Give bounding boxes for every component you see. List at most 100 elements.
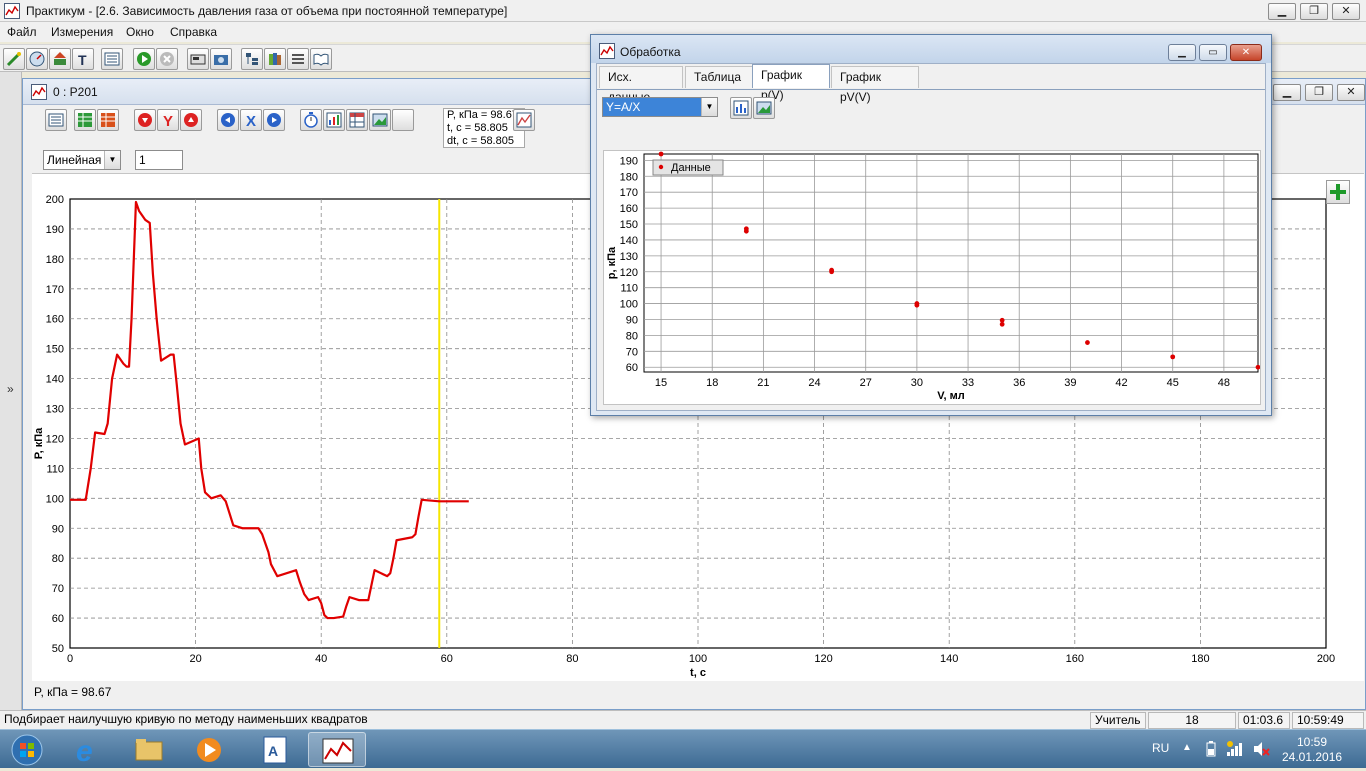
scale-y-up-button[interactable] (180, 109, 202, 131)
tab-raw-data[interactable]: Исх. данные (599, 66, 683, 104)
x-tick-label: 120 (814, 653, 832, 665)
media-player-icon (197, 738, 221, 762)
taskbar-praktikum[interactable] (308, 732, 366, 767)
scatter-point (914, 302, 920, 308)
menu-file[interactable]: Файл (7, 25, 37, 39)
orange-table-button[interactable] (97, 109, 119, 131)
device-button[interactable] (187, 48, 209, 70)
menu-help[interactable]: Справка (170, 25, 217, 39)
taskbar-media[interactable] (180, 732, 238, 767)
books-button[interactable] (264, 48, 286, 70)
scatter-x-tick-label: 21 (757, 377, 769, 389)
text-button[interactable]: T (72, 48, 94, 70)
x-tick-label: 160 (1066, 653, 1084, 665)
list-button[interactable] (101, 48, 123, 70)
timer-button[interactable] (300, 109, 322, 131)
language-indicator[interactable]: RU (1152, 741, 1169, 755)
help-book-button[interactable] (310, 48, 332, 70)
network-signal-icon[interactable] (1226, 740, 1244, 758)
scale-type-value: Линейная (47, 153, 102, 167)
stop-icon (160, 52, 174, 66)
tray-expand-icon[interactable]: ▲ (1182, 742, 1192, 753)
green-table-button[interactable] (74, 109, 96, 131)
scatter-x-tick-label: 36 (1013, 377, 1025, 389)
chart-settings-button[interactable] (323, 109, 345, 131)
scale-y-down-button[interactable] (134, 109, 156, 131)
scale-x-right-button[interactable] (263, 109, 285, 131)
x-axis-button[interactable]: X (240, 109, 262, 131)
start-button[interactable] (133, 48, 155, 70)
child-minimize-button[interactable]: ▁ (1273, 84, 1301, 101)
start-orb-icon (11, 734, 43, 766)
minimize-button[interactable]: ▁ (1268, 3, 1296, 20)
praktikum-icon (322, 738, 354, 764)
scatter-x-axis-label: V, мл (937, 390, 965, 402)
dialog-minimize-button[interactable]: ▁ (1168, 44, 1196, 61)
y-tick-label: 140 (46, 374, 64, 386)
scatter-point (658, 151, 664, 157)
device-icon (190, 54, 206, 65)
data-list-button[interactable] (45, 109, 67, 131)
wizard-button[interactable] (3, 48, 25, 70)
dialog-maximize-button[interactable]: ▭ (1199, 44, 1227, 61)
clock-time: 10:59 (1296, 735, 1328, 749)
dialog-body: Исх. данные Таблица График p(V) График p… (596, 63, 1266, 411)
volume-muted-icon[interactable] (1252, 740, 1270, 758)
y-tick-label: 70 (52, 583, 64, 595)
wand-icon (6, 52, 21, 67)
tab-table[interactable]: Таблица (685, 66, 753, 88)
tree-button[interactable] (241, 48, 263, 70)
clock[interactable]: 10:59 24.01.2016 (1282, 735, 1342, 765)
status-bar: Подбирает наилучшую кривую по методу наи… (0, 710, 1366, 729)
status-elapsed: 01:03.6 (1238, 712, 1290, 729)
sensor-button[interactable] (26, 48, 48, 70)
settings-list-button[interactable] (287, 48, 309, 70)
empty-tool-button[interactable] (392, 109, 414, 131)
x-tick-label: 100 (689, 653, 707, 665)
tab-graph-pv[interactable]: График p(V) (752, 64, 830, 102)
record-button[interactable] (49, 48, 71, 70)
scatter-x-tick-label: 18 (706, 377, 718, 389)
scale-value-input[interactable]: 1 (135, 150, 183, 170)
table-view-button[interactable] (346, 109, 368, 131)
chevron-down-icon: ▼ (104, 151, 120, 169)
scale-x-left-button[interactable] (217, 109, 239, 131)
scatter-y-tick-label: 180 (620, 171, 638, 183)
scale-type-select[interactable]: Линейная ▼ (43, 150, 121, 170)
x-tick-label: 200 (1317, 653, 1335, 665)
formula-select[interactable]: Y=A/X ▼ (602, 97, 718, 117)
stop-button[interactable] (156, 48, 178, 70)
start-button[interactable] (2, 732, 52, 767)
image-export-button[interactable] (369, 109, 391, 131)
taskbar-ie[interactable]: e (60, 732, 118, 768)
child-restore-button[interactable]: ❐ (1305, 84, 1333, 101)
fit-button[interactable] (730, 97, 752, 119)
battery-icon[interactable] (1204, 740, 1218, 758)
close-button[interactable]: ✕ (1332, 3, 1360, 20)
dialog-plot-area[interactable]: 15 18 21 24 27 30 33 36 39 42 45 48 60 70 80 90 100 110 12… (603, 150, 1261, 405)
list-icon (48, 113, 64, 127)
camera-icon (214, 55, 228, 65)
menu-window[interactable]: Окно (126, 25, 154, 39)
close-icon: ✕ (1241, 47, 1251, 58)
menu-measurements[interactable]: Измерения (51, 25, 113, 39)
scatter-x-tick-label: 30 (911, 377, 923, 389)
processing-button[interactable] (513, 109, 535, 131)
y-axis-button[interactable]: Y (157, 109, 179, 131)
camera-button[interactable] (210, 48, 232, 70)
add-sensor-button[interactable] (1326, 180, 1350, 204)
scatter-x-tick-label: 27 (860, 377, 872, 389)
tab-graph-pvv[interactable]: График pV(V) (831, 66, 919, 104)
orange-table-icon (101, 113, 115, 127)
y-tick-label: 120 (46, 433, 64, 445)
export-image-button[interactable] (753, 97, 775, 119)
y-tick-label: 130 (46, 404, 64, 416)
taskbar-explorer[interactable] (120, 732, 178, 767)
left-collapse-strip[interactable]: » (0, 72, 22, 710)
restore-icon: ❐ (1314, 86, 1324, 98)
restore-button[interactable]: ❐ (1300, 3, 1328, 20)
child-close-button[interactable]: ✕ (1337, 84, 1365, 101)
dialog-close-button[interactable]: ✕ (1230, 44, 1262, 61)
pressure-volume-chart[interactable]: 15 18 21 24 27 30 33 36 39 42 45 48 60 70 80 90 100 110 12… (604, 151, 1261, 404)
taskbar-document[interactable]: A (246, 732, 304, 767)
